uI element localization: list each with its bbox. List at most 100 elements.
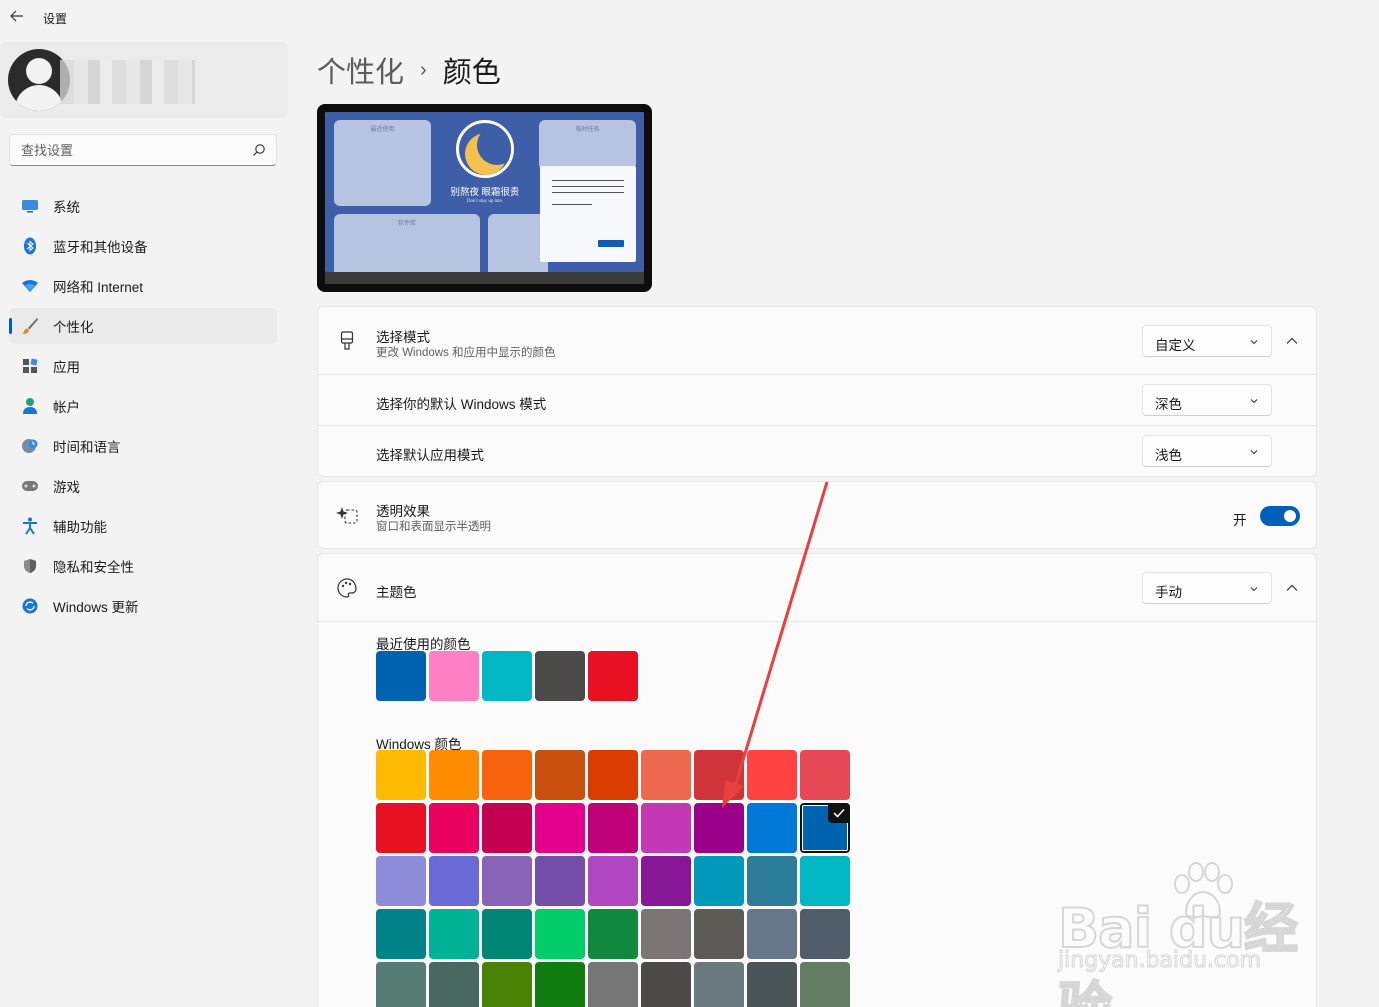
sidebar-item-personalization[interactable]: 个性化 [9,308,277,344]
search-icon[interactable] [252,143,266,157]
preview-tile: 软件库 [334,214,480,272]
color-swatch[interactable] [694,803,744,853]
color-swatch[interactable] [747,750,797,800]
windows-color-grid [376,750,853,1007]
color-swatch[interactable] [482,909,532,959]
color-swatch[interactable] [641,750,691,800]
sidebar-item-bluetooth[interactable]: 蓝牙和其他设备 [9,228,277,264]
color-swatch[interactable] [641,856,691,906]
sidebar-item-label: Windows 更新 [53,600,139,615]
color-swatch[interactable] [482,962,532,1007]
sidebar-nav: 系统 蓝牙和其他设备 网络和 Internet 个性化 应用 帐户 时间和语言 … [9,188,277,628]
sidebar-item-gaming[interactable]: 游戏 [9,468,277,504]
color-swatch[interactable] [482,651,532,701]
color-swatch[interactable] [588,651,638,701]
sidebar-item-accessibility[interactable]: 辅助功能 [9,508,277,544]
search-box[interactable] [9,134,277,166]
blurred-user-name [60,60,195,104]
sidebar-item-label: 游戏 [53,480,80,495]
color-swatch[interactable] [535,651,585,701]
color-swatch[interactable] [800,909,850,959]
transparency-card: 透明效果 窗口和表面显示半透明 开 [317,481,1317,549]
breadcrumb-parent[interactable]: 个性化 [317,49,404,91]
color-swatch[interactable] [694,909,744,959]
color-swatch[interactable] [747,909,797,959]
sidebar-item-privacy[interactable]: 隐私和安全性 [9,548,277,584]
accent-mode-dropdown[interactable]: 手动 [1142,572,1272,604]
color-swatch[interactable] [429,856,479,906]
color-swatch[interactable] [694,962,744,1007]
color-swatch[interactable] [800,803,850,853]
gamepad-icon [20,476,40,496]
chevron-up-icon[interactable] [1284,333,1300,349]
sidebar-item-accounts[interactable]: 帐户 [9,388,277,424]
color-swatch[interactable] [376,856,426,906]
checkmark-icon [828,803,850,823]
color-swatch[interactable] [482,803,532,853]
chevron-down-icon [1250,450,1258,455]
color-swatch[interactable] [429,750,479,800]
color-swatch[interactable] [429,651,479,701]
color-swatch[interactable] [641,803,691,853]
mode-row[interactable]: 选择模式 更改 Windows 和应用中显示的颜色 自定义 [318,307,1316,375]
color-swatch[interactable] [694,750,744,800]
color-swatch[interactable] [535,909,585,959]
windows-mode-dropdown[interactable]: 深色 [1142,384,1272,416]
globe-clock-icon [20,436,40,456]
brush-outline-icon [336,330,358,352]
color-swatch[interactable] [800,750,850,800]
color-swatch[interactable] [694,856,744,906]
color-swatch[interactable] [588,803,638,853]
sidebar-item-apps[interactable]: 应用 [9,348,277,384]
chevron-down-icon [1250,340,1258,345]
bluetooth-icon [20,236,40,256]
accent-mode-row[interactable]: 主题色 手动 [318,554,1316,622]
dropdown-value: 深色 [1155,397,1182,412]
row-title: 选择模式 [376,330,430,345]
color-row [376,750,853,800]
color-row [376,856,853,906]
color-swatch[interactable] [429,803,479,853]
color-swatch[interactable] [800,962,850,1007]
color-swatch[interactable] [588,962,638,1007]
sidebar-item-label: 应用 [53,360,80,375]
color-swatch[interactable] [482,856,532,906]
color-swatch[interactable] [747,962,797,1007]
preview-tile: 最近使用 [334,120,431,206]
sidebar-item-system[interactable]: 系统 [9,188,277,224]
color-swatch[interactable] [376,750,426,800]
search-input[interactable] [10,135,245,165]
app-mode-dropdown[interactable]: 浅色 [1142,435,1272,467]
color-swatch[interactable] [535,750,585,800]
app-title: 设置 [43,12,68,26]
mode-dropdown[interactable]: 自定义 [1142,325,1272,357]
color-swatch[interactable] [588,750,638,800]
sidebar-item-windows-update[interactable]: Windows 更新 [9,588,277,624]
preview-tile-label: 最近使用 [370,127,395,133]
color-swatch[interactable] [429,909,479,959]
color-swatch[interactable] [747,856,797,906]
sidebar-item-label: 系统 [53,200,80,215]
color-swatch[interactable] [535,856,585,906]
color-swatch[interactable] [588,909,638,959]
color-swatch[interactable] [588,856,638,906]
color-swatch[interactable] [429,962,479,1007]
transparency-toggle[interactable] [1260,506,1300,526]
color-swatch[interactable] [641,962,691,1007]
color-swatch[interactable] [535,803,585,853]
back-button[interactable] [6,5,28,27]
color-swatch[interactable] [376,962,426,1007]
color-swatch[interactable] [535,962,585,1007]
preview-tile [488,214,548,272]
color-swatch[interactable] [376,651,426,701]
color-swatch[interactable] [482,750,532,800]
color-swatch[interactable] [376,909,426,959]
color-swatch[interactable] [747,803,797,853]
user-profile[interactable] [0,42,288,118]
color-swatch[interactable] [641,909,691,959]
color-swatch[interactable] [800,856,850,906]
color-swatch[interactable] [376,803,426,853]
sidebar-item-network[interactable]: 网络和 Internet [9,268,277,304]
sidebar-item-time-language[interactable]: 时间和语言 [9,428,277,464]
chevron-up-icon[interactable] [1284,580,1300,596]
